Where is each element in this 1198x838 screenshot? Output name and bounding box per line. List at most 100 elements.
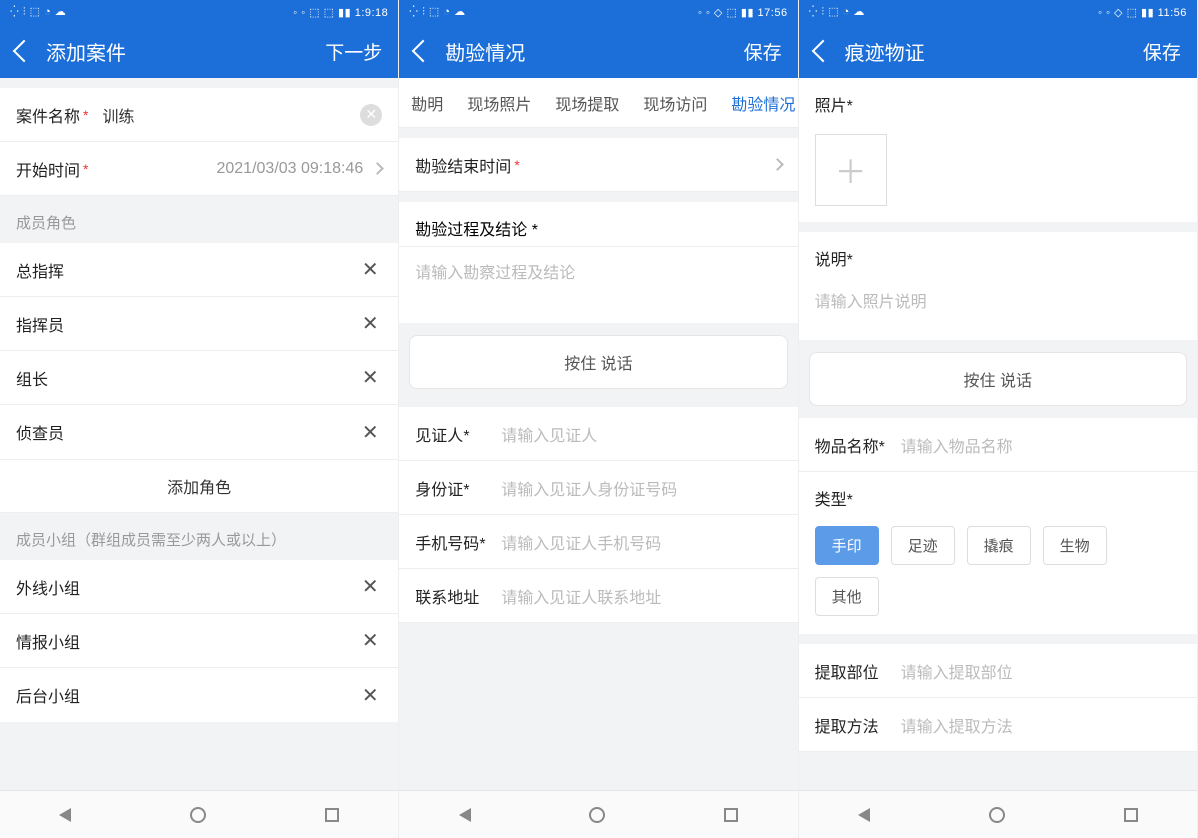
idcard-row[interactable]: 身份证* 请输入见证人身份证号码 — [399, 461, 797, 515]
witness-row[interactable]: 见证人* 请输入见证人 — [399, 407, 797, 461]
start-time-row[interactable]: 开始时间 * 2021/03/03 09:18:46 — [0, 142, 398, 196]
status-right: ◦ ◦ ◇ ⬚ ▮▮ 17:56 — [698, 6, 788, 19]
nav-home-icon[interactable] — [190, 807, 206, 823]
address-row[interactable]: 联系地址 请输入见证人联系地址 — [399, 569, 797, 623]
page-title: 痕迹物证 — [845, 37, 925, 66]
role-row[interactable]: 侦查员 ✕ — [0, 405, 398, 459]
process-label-row: 勘验过程及结论 * — [399, 202, 797, 247]
group-label: 后台小组 — [16, 683, 358, 707]
nav-back-icon[interactable] — [59, 808, 71, 822]
add-role-button[interactable]: 添加角色 — [0, 459, 398, 513]
header: 添加案件 下一步 — [0, 24, 398, 78]
case-name-row[interactable]: 案件名称 * 训练 ✕ — [0, 88, 398, 142]
delete-icon[interactable]: ✕ — [358, 683, 382, 708]
android-navbar — [799, 790, 1197, 838]
back-icon[interactable] — [13, 40, 36, 63]
required-icon: * — [463, 482, 469, 499]
extract-part-input[interactable]: 请输入提取部位 — [901, 659, 1181, 683]
save-button[interactable]: 保存 — [744, 38, 782, 65]
tab-item[interactable]: 勘验情况 — [719, 78, 797, 127]
tab-item[interactable]: 现场照片 — [455, 78, 543, 127]
case-name-value: 训练 — [88, 103, 350, 127]
photo-section-label: 照片* — [799, 78, 1197, 122]
delete-icon[interactable]: ✕ — [358, 420, 382, 445]
nav-home-icon[interactable] — [989, 807, 1005, 823]
address-input[interactable]: 请输入见证人联系地址 — [501, 584, 781, 608]
delete-icon[interactable]: ✕ — [358, 628, 382, 653]
desc-textarea[interactable]: 请输入照片说明 — [799, 276, 1197, 340]
process-textarea[interactable]: 请输入勘察过程及结论 — [399, 247, 797, 323]
nav-back-icon[interactable] — [858, 808, 870, 822]
witness-input[interactable]: 请输入见证人 — [501, 422, 781, 446]
status-left: ⁛ ⫶ ⬚ ◔ ☁ — [809, 5, 865, 19]
nav-back-icon[interactable] — [459, 808, 471, 822]
role-row[interactable]: 组长 ✕ — [0, 351, 398, 405]
status-right: ◦ ◦ ◇ ⬚ ▮▮ 11:56 — [1098, 6, 1187, 19]
chevron-right-icon — [771, 158, 784, 171]
phone-input[interactable]: 请输入见证人手机号码 — [501, 530, 781, 554]
save-button[interactable]: 保存 — [1143, 38, 1181, 65]
tab-item[interactable]: 现场访问 — [631, 78, 719, 127]
case-name-label: 案件名称 — [16, 103, 80, 127]
extract-part-row[interactable]: 提取部位 请输入提取部位 — [799, 644, 1197, 698]
end-time-row[interactable]: 勘验结束时间 * — [399, 138, 797, 192]
screen-inspection: ⁛ ⫶ ⬚ ◔ ☁ ◦ ◦ ◇ ⬚ ▮▮ 17:56 勘验情况 保存 勘明 现场… — [399, 0, 798, 838]
delete-icon[interactable]: ✕ — [358, 365, 382, 390]
required-icon: * — [879, 439, 885, 456]
role-label: 指挥员 — [16, 312, 358, 336]
delete-icon[interactable]: ✕ — [358, 257, 382, 282]
type-chip[interactable]: 足迹 — [891, 526, 955, 565]
clear-icon[interactable]: ✕ — [360, 104, 382, 126]
item-name-row[interactable]: 物品名称* 请输入物品名称 — [799, 418, 1197, 472]
back-icon[interactable] — [412, 40, 435, 63]
group-row[interactable]: 外线小组 ✕ — [0, 560, 398, 614]
tab-item[interactable]: 勘明 — [399, 78, 455, 127]
groups-section-label: 成员小组（群组成员需至少两人或以上） — [0, 513, 398, 560]
type-chip[interactable]: 手印 — [815, 526, 879, 565]
item-name-input[interactable]: 请输入物品名称 — [901, 433, 1181, 457]
roles-section-label: 成员角色 — [0, 196, 398, 243]
android-navbar — [399, 790, 797, 838]
nav-home-icon[interactable] — [589, 807, 605, 823]
type-chip[interactable]: 其他 — [815, 577, 879, 616]
role-row[interactable]: 总指挥 ✕ — [0, 243, 398, 297]
desc-section-label: 说明* — [799, 232, 1197, 276]
type-chip[interactable]: 生物 — [1043, 526, 1107, 565]
group-row[interactable]: 情报小组 ✕ — [0, 614, 398, 668]
required-icon: * — [847, 252, 853, 269]
witness-label: 见证人 — [415, 428, 463, 445]
status-left: ⁛ ⫶ ⬚ ◔ ☁ — [10, 5, 66, 19]
nav-recent-icon[interactable] — [325, 808, 339, 822]
required-icon: * — [532, 222, 538, 239]
item-name-label: 物品名称 — [815, 439, 879, 456]
phone-row[interactable]: 手机号码* 请输入见证人手机号码 — [399, 515, 797, 569]
delete-icon[interactable]: ✕ — [358, 311, 382, 336]
process-label: 勘验过程及结论 — [415, 222, 527, 239]
required-icon: * — [463, 428, 469, 445]
phone-label: 手机号码 — [415, 536, 479, 553]
header: 痕迹物证 保存 — [799, 24, 1197, 78]
extract-method-input[interactable]: 请输入提取方法 — [901, 713, 1181, 737]
add-photo-button[interactable]: ＋ — [815, 134, 887, 206]
nav-recent-icon[interactable] — [724, 808, 738, 822]
role-label: 组长 — [16, 366, 358, 390]
tab-item[interactable]: 现场提取 — [543, 78, 631, 127]
screen-evidence: ⁛ ⫶ ⬚ ◔ ☁ ◦ ◦ ◇ ⬚ ▮▮ 11:56 痕迹物证 保存 照片* ＋… — [799, 0, 1198, 838]
back-icon[interactable] — [811, 40, 834, 63]
start-time-value: 2021/03/03 09:18:46 — [88, 160, 363, 178]
next-button[interactable]: 下一步 — [325, 38, 382, 65]
delete-icon[interactable]: ✕ — [358, 574, 382, 599]
group-label: 外线小组 — [16, 575, 358, 599]
nav-recent-icon[interactable] — [1124, 808, 1138, 822]
chevron-right-icon — [371, 162, 384, 175]
group-label: 情报小组 — [16, 629, 358, 653]
idcard-input[interactable]: 请输入见证人身份证号码 — [501, 476, 781, 500]
page-title: 添加案件 — [46, 37, 126, 66]
extract-method-row[interactable]: 提取方法 请输入提取方法 — [799, 698, 1197, 752]
voice-button[interactable]: 按住 说话 — [409, 335, 787, 389]
extract-method-label: 提取方法 — [815, 719, 879, 736]
type-chip[interactable]: 撬痕 — [967, 526, 1031, 565]
voice-button[interactable]: 按住 说话 — [809, 352, 1187, 406]
role-row[interactable]: 指挥员 ✕ — [0, 297, 398, 351]
group-row[interactable]: 后台小组 ✕ — [0, 668, 398, 722]
